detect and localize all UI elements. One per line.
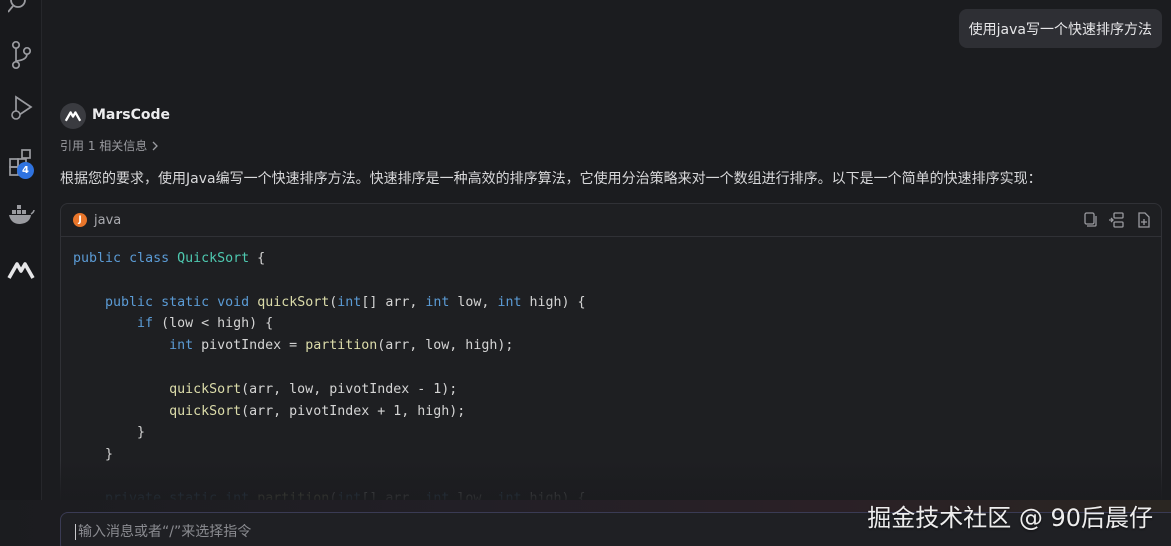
marscode-logo-icon (64, 111, 82, 122)
citation-toggle[interactable]: 引用 1 相关信息 (60, 137, 160, 154)
marscode-icon[interactable] (0, 260, 42, 280)
text-caret (75, 524, 76, 540)
new-file-icon[interactable] (1135, 211, 1153, 229)
code-block-header: J java (61, 204, 1161, 237)
code-language-label: java (94, 212, 122, 228)
extensions-badge: 4 (17, 162, 34, 179)
code-actions (1081, 211, 1153, 229)
chat-panel: 使用java写一个快速排序方法 MarsCode 引用 1 相关信息 根据您的要… (42, 0, 1171, 546)
assistant-intro-text: 根据您的要求，使用Java编写一个快速排序方法。快速排序是一种高效的排序算法，它… (60, 171, 1042, 187)
docker-icon[interactable] (0, 204, 42, 226)
chevron-right-icon (152, 141, 159, 150)
activity-bar: 4 (0, 0, 42, 546)
code-block: J java public class QuickSort { public s… (60, 203, 1162, 503)
copy-icon[interactable] (1081, 211, 1099, 229)
user-message-text: 使用java写一个快速排序方法 (968, 21, 1152, 38)
citation-label: 引用 1 相关信息 (60, 139, 148, 153)
marscode-avatar (60, 103, 86, 129)
watermark-text: 掘金技术社区 @ 90后晨仔 (867, 504, 1153, 532)
run-debug-icon[interactable] (0, 94, 42, 122)
chat-input[interactable] (78, 524, 778, 540)
source-control-icon[interactable] (0, 40, 42, 70)
search-icon[interactable] (0, 0, 42, 16)
java-icon: J (73, 213, 87, 227)
assistant-name: MarsCode (92, 107, 171, 123)
user-message-bubble: 使用java写一个快速排序方法 (958, 9, 1162, 48)
insert-icon[interactable] (1108, 211, 1126, 229)
